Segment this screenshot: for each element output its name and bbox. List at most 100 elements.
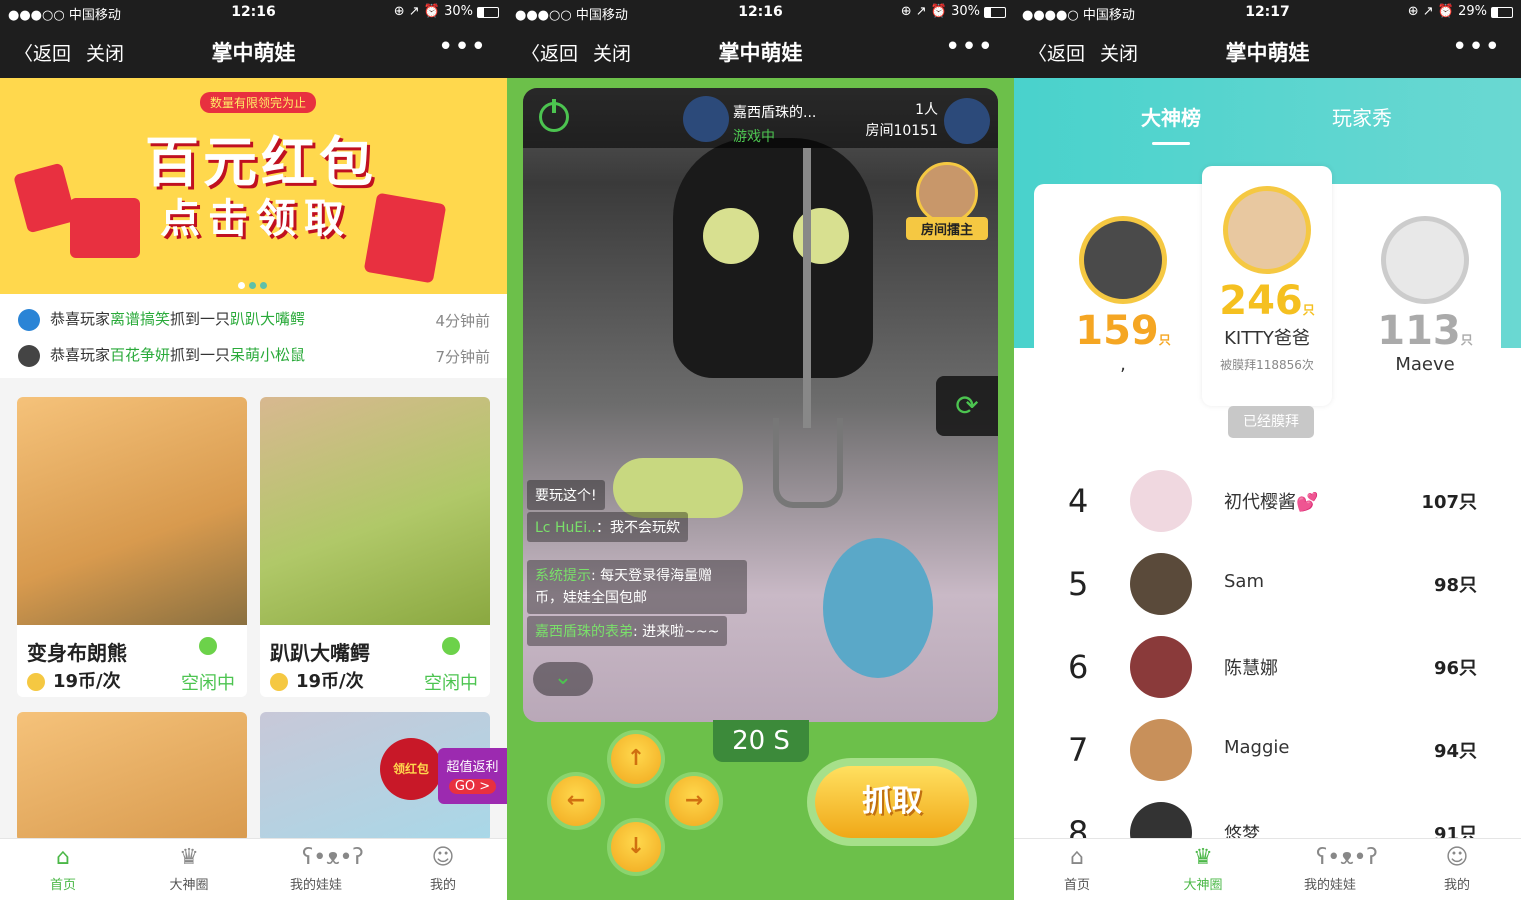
status-icons: ⊕ ↗ ⏰ 30%: [393, 4, 473, 19]
grab-button[interactable]: 抓取: [807, 758, 977, 846]
tab-player-show[interactable]: 玩家秀: [1332, 102, 1392, 131]
carousel-dots[interactable]: [236, 274, 269, 293]
banner-tag: 数量有限领完为止: [200, 92, 317, 113]
product-card[interactable]: 变身布朗熊 19币/次 空闲中: [17, 397, 247, 697]
notice-item: 恭喜玩家离谱搞笑抓到一只趴趴大嘴鳄 4分钟前: [18, 308, 490, 332]
chevron-down-icon[interactable]: ⌄: [533, 662, 593, 696]
move-right-button[interactable]: →: [665, 772, 723, 830]
rank-row[interactable]: 7 Maggie 94只: [1014, 705, 1521, 788]
game-header: 嘉西盾珠的... 游戏中 1人 房间10151: [523, 88, 998, 148]
more-menu-button[interactable]: •••: [945, 32, 994, 62]
grab-label: 抓取: [815, 766, 969, 838]
podium-first[interactable]: 246只 KITTY爸爸 被膜拜118856次: [1212, 186, 1322, 373]
tab-leaderboard[interactable]: 大神榜: [1141, 102, 1201, 145]
page-title: 掌中萌娃: [1225, 41, 1310, 65]
product-image-crocodile: [260, 397, 490, 625]
avatar: [916, 162, 978, 224]
red-packet-icon: [70, 198, 140, 258]
battery-icon: [477, 7, 499, 18]
banner-subline: 点击领取: [160, 196, 352, 242]
promo-title: 超值返利: [446, 760, 499, 775]
move-left-button[interactable]: ←: [547, 772, 605, 830]
home-screen: ●●●○○ 中国移动 12:16 ⊕ ↗ ⏰ 30% 〈返回 关闭 掌中萌娃 •…: [0, 0, 507, 900]
owl-backdrop: [673, 138, 873, 378]
crown-icon: ♛: [179, 845, 199, 870]
product-name: 趴趴大嘴鳄: [270, 641, 370, 665]
switch-camera-button[interactable]: ⟳: [936, 376, 998, 436]
chat-message: 要玩这个!: [527, 480, 605, 510]
catch-count: 98只: [1433, 575, 1477, 596]
catch-count: 94只: [1433, 741, 1477, 762]
user-icon: ☺: [1445, 845, 1469, 870]
tab-my-dolls[interactable]: ʕ•ᴥ•ʔ 我的娃娃: [1267, 845, 1393, 893]
more-menu-button[interactable]: •••: [1452, 32, 1501, 62]
podium-third[interactable]: 113只 Maeve: [1370, 216, 1480, 375]
bear-icon: ʕ•ᴥ•ʔ: [1316, 845, 1378, 870]
worship-button[interactable]: 已经膜拜: [1228, 406, 1314, 438]
go-button[interactable]: GO >: [448, 779, 497, 794]
catch-count: 113只: [1377, 308, 1473, 354]
status-bar: ●●●●○ 中国移动 12:17 ⊕ ↗ ⏰ 29%: [1014, 0, 1521, 24]
move-down-button[interactable]: ↓: [607, 818, 665, 876]
avatar: [1079, 216, 1167, 304]
avatar: [18, 344, 40, 367]
tab-gods[interactable]: ♛ 大神圈: [1140, 845, 1266, 893]
status-bar: ●●●○○ 中国移动 12:16 ⊕ ↗ ⏰ 30%: [507, 0, 1014, 24]
move-up-button[interactable]: ↑: [607, 730, 665, 788]
power-icon[interactable]: [539, 99, 569, 132]
product-card[interactable]: [17, 712, 247, 842]
bear-icon: ʕ•ᴥ•ʔ: [302, 845, 364, 870]
rank-number: 7: [1068, 731, 1089, 769]
tab-home[interactable]: ⌂ 首页: [0, 845, 126, 893]
chat-message: Lc HuEi..：我不会玩欸: [527, 512, 688, 542]
tab-my-dolls[interactable]: ʕ•ᴥ•ʔ 我的娃娃: [253, 845, 379, 893]
product-name: 变身布朗熊: [27, 641, 127, 665]
page-title: 掌中萌娃: [718, 41, 803, 65]
plush-hippo: [823, 538, 933, 678]
rank-row[interactable]: 4 初代樱酱💕 107只: [1014, 456, 1521, 539]
rank-row[interactable]: 6 陈慧娜 96只: [1014, 622, 1521, 705]
battery-icon: [1491, 7, 1513, 18]
game-screen: ●●●○○ 中国移动 12:16 ⊕ ↗ ⏰ 30% 〈返回 关闭 掌中萌娃 •…: [507, 0, 1014, 900]
podium-second[interactable]: 159只 ,: [1068, 216, 1178, 375]
win-notices: 恭喜玩家离谱搞笑抓到一只趴趴大嘴鳄 4分钟前 恭喜玩家百花争妍抓到一只呆萌小松鼠…: [0, 294, 507, 378]
tab-me[interactable]: ☺ 我的: [1394, 845, 1520, 893]
plush-toy: [613, 458, 743, 518]
rank-row[interactable]: 5 Sam 98只: [1014, 539, 1521, 622]
avatar: [18, 308, 40, 331]
more-menu-button[interactable]: •••: [438, 32, 487, 62]
room-keeper[interactable]: 房间擂主: [906, 162, 988, 240]
red-packet-float-button[interactable]: 领红包: [380, 738, 442, 800]
nav-bar: 〈返回 关闭 掌中萌娃 •••: [507, 24, 1014, 78]
avatar: [683, 96, 729, 142]
product-card[interactable]: 趴趴大嘴鳄 19币/次 空闲中: [260, 397, 490, 697]
catch-count: 96只: [1433, 658, 1477, 679]
rank-number: 5: [1068, 565, 1089, 603]
product-image-bear: [17, 397, 247, 625]
tab-home[interactable]: ⌂ 首页: [1014, 845, 1140, 893]
catch-count: 107只: [1421, 492, 1477, 513]
claw-machine-video: 嘉西盾珠的... 游戏中 1人 房间10151 房间擂主 ⟳ 要玩这个! Lc H…: [523, 88, 998, 722]
avatar: [1381, 216, 1469, 304]
status-icons: ⊕ ↗ ⏰ 30%: [900, 4, 980, 19]
avatar: [1130, 719, 1192, 781]
crown-icon: ♛: [1193, 845, 1213, 870]
claw-rope: [803, 148, 811, 428]
rebate-promo[interactable]: 超值返利 GO >: [438, 748, 507, 804]
red-packet-banner[interactable]: 数量有限领完为止 百元红包 点击领取: [0, 78, 507, 294]
tab-gods[interactable]: ♛ 大神圈: [126, 845, 252, 893]
chat-message: 系统提示: 每天登录得海量赠币，娃娃全国包邮: [527, 560, 747, 614]
player-name: Maeve: [1395, 354, 1455, 375]
rank-number: 4: [1068, 482, 1089, 520]
chat-message: 嘉西盾珠的表弟: 进来啦~~~: [527, 616, 728, 646]
home-icon: ⌂: [56, 845, 70, 870]
avatar: [1130, 553, 1192, 615]
page-title: 掌中萌娃: [211, 41, 296, 65]
avatar: [1223, 186, 1311, 274]
tab-me[interactable]: ☺ 我的: [380, 845, 506, 893]
avatar: [1130, 470, 1192, 532]
player-status: 游戏中: [733, 129, 775, 145]
worship-count: 被膜拜118856次: [1220, 358, 1314, 372]
status-pin-icon: [442, 637, 460, 655]
product-price: 19币/次: [27, 667, 121, 693]
